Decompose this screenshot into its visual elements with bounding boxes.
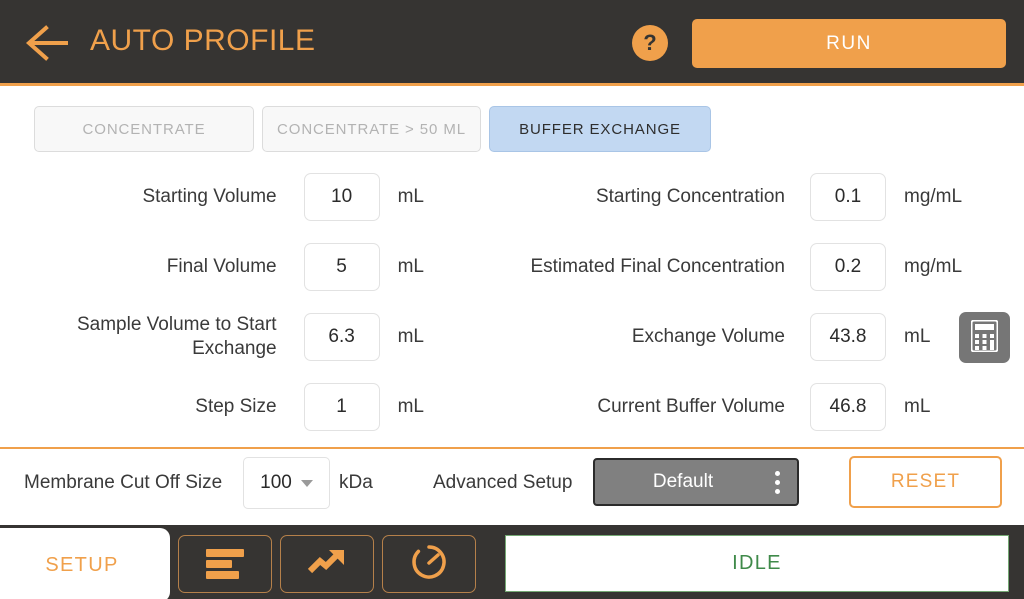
unit-kda: kDa (339, 472, 373, 493)
label-starting-volume: Starting Volume (142, 186, 277, 207)
field-row-estimated-final-concentration: Estimated Final Concentration mg/mL (455, 243, 995, 291)
advanced-setup-button[interactable]: Default (593, 458, 799, 506)
field-row-starting-concentration: Starting Concentration mg/mL (455, 173, 995, 221)
nav-button-trend[interactable] (280, 535, 374, 593)
input-final-volume[interactable] (303, 243, 380, 291)
unit-step-size: mL (397, 396, 424, 417)
field-row-current-buffer-volume: Current Buffer Volume mL (455, 383, 995, 431)
auto-profile-screen: AUTO PROFILE ? RUN CONCENTRATE CONCENTRA… (0, 0, 1024, 599)
label-estimated-final-concentration: Estimated Final Concentration (530, 256, 785, 277)
input-starting-concentration[interactable] (810, 173, 886, 221)
input-current-buffer-volume[interactable] (810, 383, 886, 431)
label-starting-concentration: Starting Concentration (595, 186, 785, 207)
unit-sample-volume-to-start-exchange: mL (397, 326, 424, 347)
field-row-starting-volume: Starting Volume mL (24, 173, 424, 221)
label-membrane-cut-off-size: Membrane Cut Off Size (24, 472, 223, 493)
field-row-final-volume: Final Volume mL (24, 243, 424, 291)
label-final-volume: Final Volume (166, 256, 277, 277)
tab-concentrate-over-50ml[interactable]: CONCENTRATE > 50 ML (262, 106, 481, 152)
label-current-buffer-volume: Current Buffer Volume (597, 396, 785, 417)
input-step-size[interactable] (303, 383, 380, 431)
input-estimated-final-concentration[interactable] (810, 243, 886, 291)
reset-button[interactable]: RESET (849, 456, 1002, 508)
parameter-form: Starting Volume mL Final Volume mL Sampl… (0, 165, 1024, 447)
unit-current-buffer-volume: mL (904, 396, 931, 417)
label-advanced-setup: Advanced Setup (433, 472, 573, 493)
calculator-button[interactable] (959, 312, 1010, 363)
mode-tab-row: CONCENTRATE CONCENTRATE > 50 ML BUFFER E… (34, 106, 711, 152)
unit-final-volume: mL (397, 256, 424, 277)
tab-setup[interactable]: SETUP (0, 528, 170, 599)
tab-buffer-exchange[interactable]: BUFFER EXCHANGE (489, 106, 711, 152)
tab-concentrate[interactable]: CONCENTRATE (34, 106, 254, 152)
input-exchange-volume[interactable] (810, 313, 886, 361)
field-row-step-size: Step Size mL (24, 383, 424, 431)
field-row-exchange-volume: Exchange Volume mL (455, 313, 995, 361)
unit-starting-volume: mL (397, 186, 424, 207)
kebab-menu-icon[interactable] (775, 471, 780, 494)
membrane-cutoff-select[interactable]: 100 (243, 457, 330, 509)
status-badge: IDLE (505, 535, 1009, 592)
input-starting-volume[interactable] (303, 173, 380, 221)
run-button[interactable]: RUN (692, 19, 1006, 68)
nav-button-gauge[interactable] (382, 535, 476, 593)
label-step-size: Step Size (195, 396, 277, 417)
calculator-icon (970, 319, 999, 355)
advanced-setup-value: Default (652, 471, 714, 492)
nav-button-list[interactable] (178, 535, 272, 593)
page-title: AUTO PROFILE (90, 24, 316, 57)
label-sample-volume-to-start-exchange: Sample Volume to Start Exchange (76, 314, 277, 359)
chevron-down-icon (300, 479, 313, 487)
back-arrow-icon[interactable] (24, 24, 70, 62)
list-bars-icon (206, 549, 244, 579)
status-text: IDLE (732, 552, 782, 574)
input-sample-volume-to-start-exchange[interactable] (303, 313, 380, 361)
membrane-cutoff-value: 100 (260, 472, 292, 493)
unit-exchange-volume: mL (904, 326, 931, 347)
field-row-sample-volume-to-start-exchange: Sample Volume to Start Exchange mL (24, 313, 424, 361)
unit-starting-concentration: mg/mL (904, 186, 963, 207)
tab-setup-label: SETUP (45, 553, 119, 576)
help-icon[interactable]: ? (632, 25, 668, 61)
trending-up-icon (307, 547, 347, 582)
gauge-icon (410, 543, 448, 586)
app-header: AUTO PROFILE ? RUN (0, 0, 1024, 86)
unit-estimated-final-concentration: mg/mL (904, 256, 963, 277)
label-exchange-volume: Exchange Volume (631, 326, 785, 347)
